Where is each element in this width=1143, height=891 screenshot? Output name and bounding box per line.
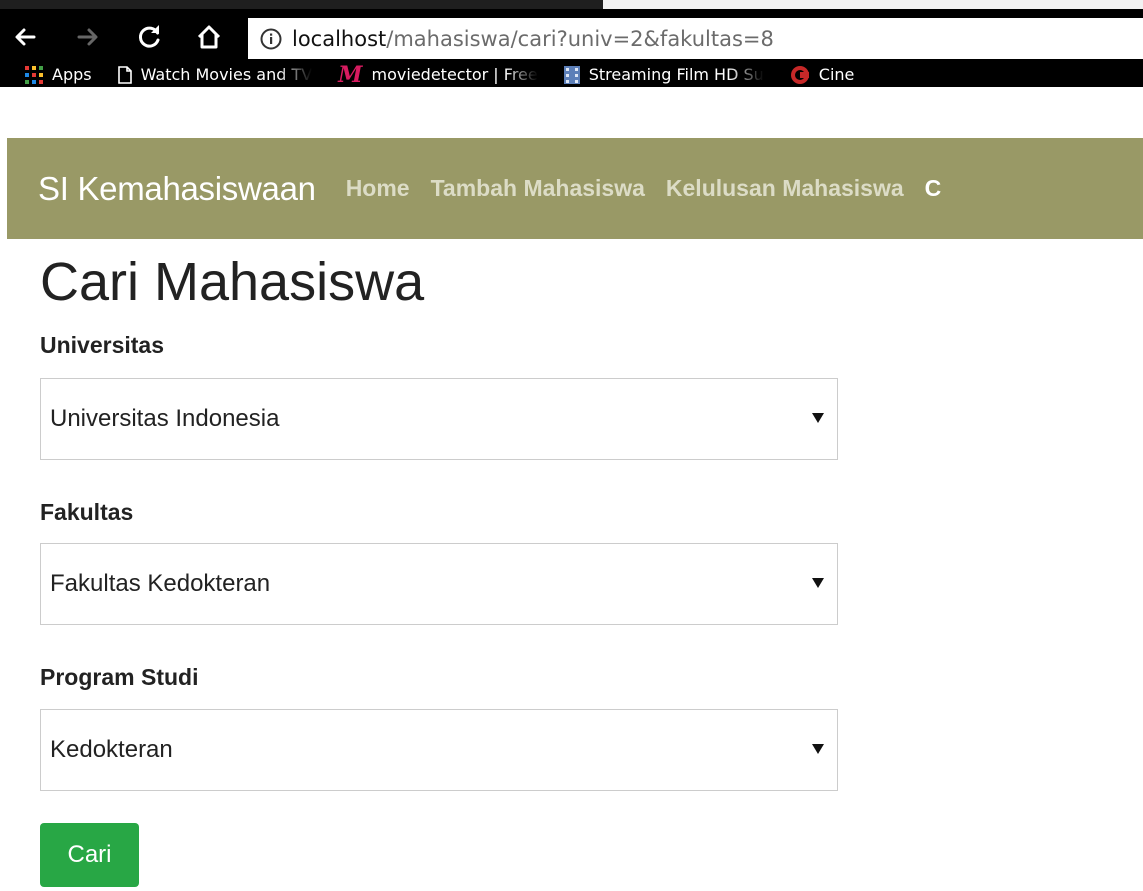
- forward-arrow-icon: [77, 28, 98, 46]
- url-path: /mahasiswa/cari?univ=2&fakultas=8: [386, 26, 774, 51]
- home-icon: [197, 25, 221, 49]
- home-button[interactable]: [189, 17, 229, 57]
- dropdown-arrow-icon: [812, 578, 824, 588]
- program-studi-label: Program Studi: [40, 664, 199, 690]
- universitas-label: Universitas: [40, 332, 165, 358]
- program-studi-select[interactable]: Kedokteran: [40, 709, 838, 791]
- reload-icon: [139, 25, 160, 48]
- browser-toolbar: localhost/mahasiswa/cari?univ=2&fakultas…: [0, 9, 1143, 87]
- apps-grid-icon: [25, 65, 43, 84]
- nav-link-cari-mahasiswa[interactable]: C: [925, 175, 942, 202]
- fakultas-label: Fakultas: [40, 499, 134, 525]
- reload-button[interactable]: [130, 17, 170, 57]
- dropdown-arrow-icon: [812, 744, 824, 754]
- navbar-brand[interactable]: SI Kemahasiswaan: [38, 170, 316, 208]
- search-submit-button[interactable]: Cari: [40, 823, 139, 887]
- app-navbar: SI Kemahasiswaan Home Tambah Mahasiswa K…: [7, 138, 1143, 239]
- fakultas-select[interactable]: Fakultas Kedokteran: [40, 543, 838, 625]
- dropdown-arrow-icon: [812, 413, 824, 423]
- cinema-logo-icon: [790, 65, 810, 85]
- bookmarks-bar: Apps Watch Movies and TV M moviedetector…: [0, 62, 1143, 87]
- bookmark-streaming-film[interactable]: Streaming Film HD Su: [554, 65, 780, 84]
- bookmark-label: moviedetector | Free: [371, 65, 538, 84]
- bookmark-label: Apps: [52, 65, 92, 84]
- universitas-select[interactable]: Universitas Indonesia: [40, 378, 838, 460]
- nav-link-home[interactable]: Home: [346, 175, 410, 202]
- bookmark-moviedetector[interactable]: M moviedetector | Free: [328, 65, 554, 85]
- site-info-icon[interactable]: [260, 28, 282, 50]
- fakultas-selected-value: Fakultas Kedokteran: [50, 570, 271, 597]
- page-icon: [117, 65, 132, 84]
- bookmark-label: Streaming Film HD Su: [588, 65, 764, 84]
- back-arrow-icon: [15, 28, 36, 46]
- forward-button[interactable]: [68, 17, 108, 57]
- bookmark-watch-movies[interactable]: Watch Movies and TV: [108, 65, 329, 84]
- address-bar[interactable]: localhost/mahasiswa/cari?univ=2&fakultas…: [248, 18, 1143, 59]
- url-host: localhost: [292, 26, 387, 51]
- nav-link-kelulusan-mahasiswa[interactable]: Kelulusan Mahasiswa: [666, 175, 904, 202]
- bookmark-cine[interactable]: Cine: [780, 65, 871, 85]
- window-top-strip: [0, 0, 1143, 9]
- universitas-selected-value: Universitas Indonesia: [50, 405, 280, 432]
- moviedetector-logo-icon: M: [338, 64, 363, 85]
- page-title: Cari Mahasiswa: [40, 252, 425, 312]
- nav-link-tambah-mahasiswa[interactable]: Tambah Mahasiswa: [431, 175, 645, 202]
- bookmark-apps[interactable]: Apps: [0, 65, 108, 84]
- tab-strip-fragment: [603, 0, 1143, 9]
- film-strip-icon: [563, 65, 580, 84]
- program-studi-selected-value: Kedokteran: [50, 736, 173, 763]
- bookmark-label: Watch Movies and TV: [140, 65, 313, 84]
- back-button[interactable]: [5, 17, 45, 57]
- bookmark-label: Cine: [818, 65, 855, 84]
